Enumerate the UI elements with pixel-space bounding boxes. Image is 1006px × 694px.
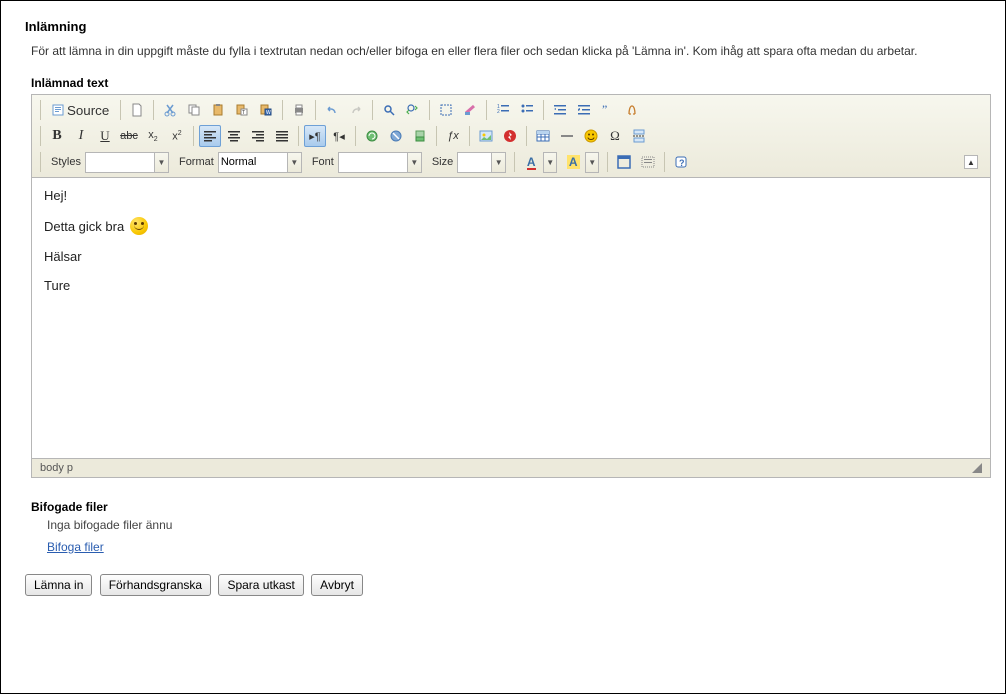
svg-text:”: ” [602,103,607,116]
editor-paragraph: Hälsar [44,249,978,264]
link-icon[interactable] [361,125,383,147]
form-button-row: Lämna in Förhandsgranska Spara utkast Av… [25,574,981,596]
subscript-icon[interactable]: x2 [142,125,164,147]
editor-paragraph: Ture [44,278,978,293]
specialchar-icon[interactable]: Ω [604,125,626,147]
submit-button[interactable]: Lämna in [25,574,92,596]
svg-text:?: ? [679,158,685,168]
selectall-icon[interactable] [435,99,457,121]
help-icon[interactable]: ? [670,151,692,173]
align-justify-icon[interactable] [271,125,293,147]
editor-paragraph: Hej! [44,188,978,203]
align-left-icon[interactable] [199,125,221,147]
undo-icon[interactable] [321,99,343,121]
attach-files-link[interactable]: Bifoga filer [47,540,104,554]
submitted-text-label: Inlämnad text [31,76,981,90]
special-icon[interactable] [621,99,643,121]
elements-path[interactable]: body p [40,462,73,474]
smiley-icon[interactable] [580,125,602,147]
format-dropdown-icon[interactable]: ▼ [288,152,302,173]
bg-color-icon[interactable]: A [562,151,584,173]
image-icon[interactable] [475,125,497,147]
attached-files-section: Bifogade filer Inga bifogade filer ännu … [31,500,981,554]
text-color-dropdown-icon[interactable]: ▼ [543,152,557,173]
collapse-toolbar-icon[interactable]: ▲ [964,155,978,169]
toolbar-row-3: Styles ▼ Format ▼ Font ▼ Size ▼ A ▼ A ▼ [36,149,986,175]
indent-icon[interactable] [573,99,595,121]
align-center-icon[interactable] [223,125,245,147]
removeformat-icon[interactable] [459,99,481,121]
text-color-icon[interactable]: A [520,151,542,173]
maximize-icon[interactable] [613,151,635,173]
pagebreak-icon[interactable] [628,125,650,147]
paste-text-icon[interactable]: T [231,99,253,121]
no-files-text: Inga bifogade filer ännu [47,518,981,532]
svg-text:2: 2 [497,109,500,115]
attached-files-heading: Bifogade filer [31,500,981,514]
redo-icon[interactable] [345,99,367,121]
flash-icon[interactable] [499,125,521,147]
source-button[interactable]: Source [45,99,116,121]
print-icon[interactable] [288,99,310,121]
italic-icon[interactable]: I [70,125,92,147]
table-icon[interactable] [532,125,554,147]
submission-panel: Inlämning För att lämna in din uppgift m… [0,0,1006,694]
superscript-icon[interactable]: x2 [166,125,188,147]
bg-color-dropdown-icon[interactable]: ▼ [585,152,599,173]
numbered-list-icon[interactable]: 12 [492,99,514,121]
text-direction-rtl-icon[interactable]: ¶◂ [328,125,350,147]
fx-icon[interactable]: ƒx [442,125,464,147]
bold-icon[interactable]: B [46,125,68,147]
styles-select[interactable] [85,152,155,173]
format-select[interactable] [218,152,288,173]
font-select[interactable] [338,152,408,173]
smiley-icon [130,217,148,235]
section-title: Inlämning [25,19,981,34]
bullet-list-icon[interactable] [516,99,538,121]
cut-icon[interactable] [159,99,181,121]
size-label: Size [432,156,453,168]
editor-toolbar: Source T W [32,95,990,178]
styles-dropdown-icon[interactable]: ▼ [155,152,169,173]
outdent-icon[interactable] [549,99,571,121]
underline-icon[interactable]: U [94,125,116,147]
replace-icon[interactable] [402,99,424,121]
font-label: Font [312,156,334,168]
toolbar-row-1: Source T W [36,97,986,123]
paste-icon[interactable] [207,99,229,121]
blockquote-icon[interactable]: ” [597,99,619,121]
svg-text:1: 1 [497,104,500,110]
toolbar-row-2: B I U abc x2 x2 ▸¶ ¶◂ ƒx [36,123,986,149]
editor-paragraph: Detta gick bra [44,217,978,235]
find-icon[interactable] [378,99,400,121]
save-draft-button[interactable]: Spara utkast [218,574,303,596]
styles-label: Styles [51,156,81,168]
editor-content-area[interactable]: Hej! Detta gick bra Hälsar Ture [32,178,990,458]
svg-text:T: T [242,110,245,116]
show-blocks-icon[interactable] [637,151,659,173]
format-label: Format [179,156,214,168]
unlink-icon[interactable] [385,125,407,147]
text-direction-icon[interactable]: ▸¶ [304,125,326,147]
newpage-icon[interactable] [126,99,148,121]
svg-text:W: W [266,110,271,116]
resize-grip-icon[interactable] [972,463,982,473]
font-dropdown-icon[interactable]: ▼ [408,152,422,173]
rich-text-editor: Source T W [31,94,991,478]
preview-button[interactable]: Förhandsgranska [100,574,211,596]
paste-word-icon[interactable]: W [255,99,277,121]
strikethrough-icon[interactable]: abc [118,125,140,147]
size-dropdown-icon[interactable]: ▼ [492,152,506,173]
size-select[interactable] [457,152,492,173]
intro-text: För att lämna in din uppgift måste du fy… [31,42,981,60]
copy-icon[interactable] [183,99,205,121]
align-right-icon[interactable] [247,125,269,147]
cancel-button[interactable]: Avbryt [311,574,363,596]
editor-footer: body p [32,458,990,477]
hr-icon[interactable] [556,125,578,147]
anchor-icon[interactable] [409,125,431,147]
